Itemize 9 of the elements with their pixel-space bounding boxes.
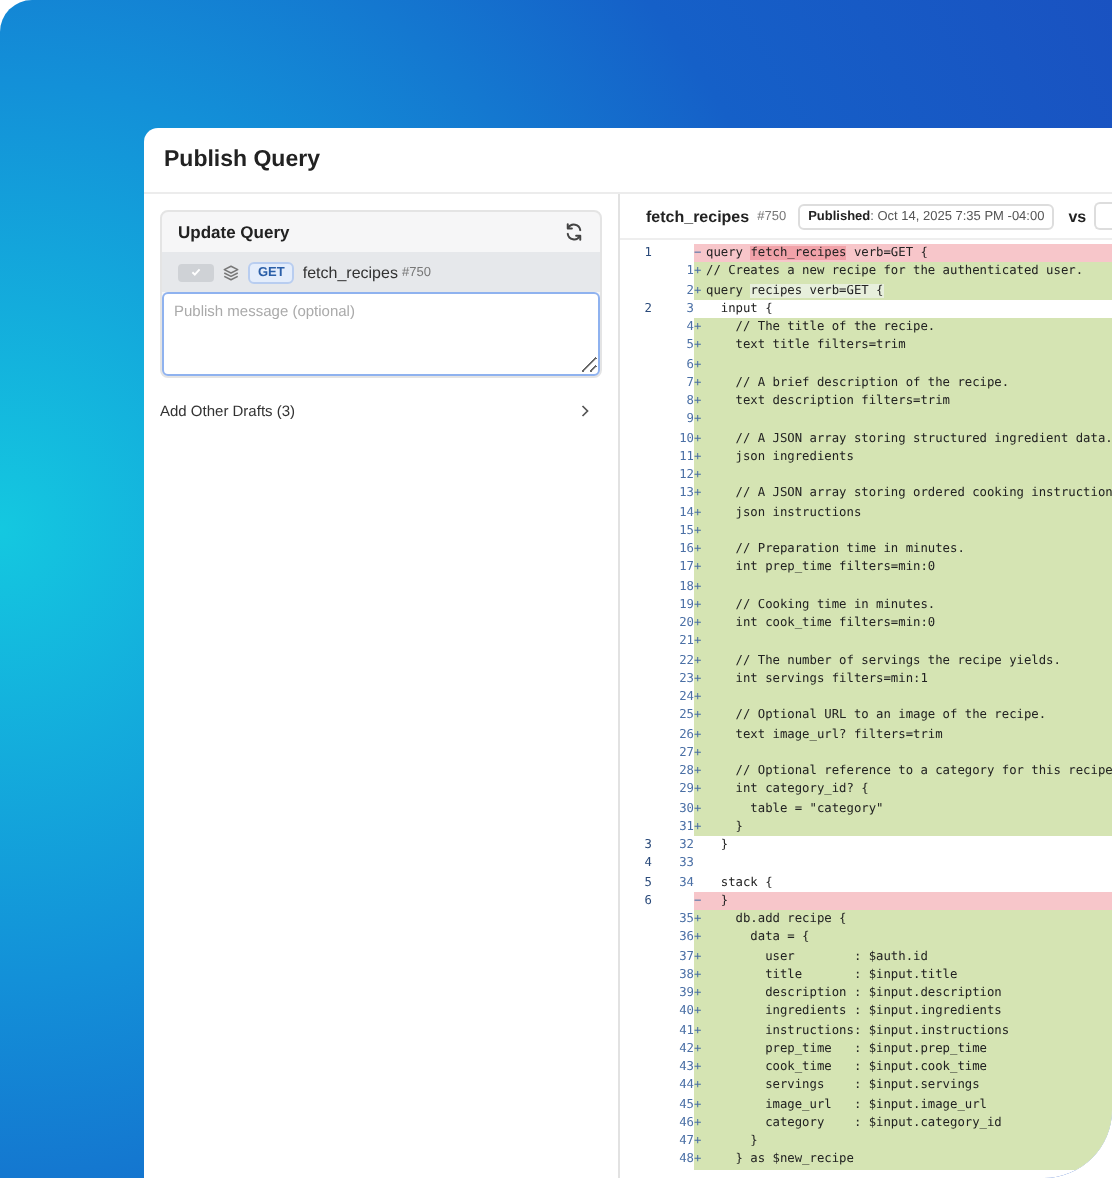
refresh-icon[interactable]: [564, 222, 584, 242]
query-name: fetch_recipes: [302, 263, 398, 281]
checkmark-icon: [190, 266, 202, 278]
vs-label: vs: [1068, 207, 1087, 225]
chevron-right-icon: [580, 404, 590, 418]
window-title: Publish Query: [164, 148, 320, 172]
stack-icon: [222, 263, 240, 281]
query-name: fetch_recipes: [646, 207, 750, 225]
card-title: Update Query: [178, 222, 290, 242]
